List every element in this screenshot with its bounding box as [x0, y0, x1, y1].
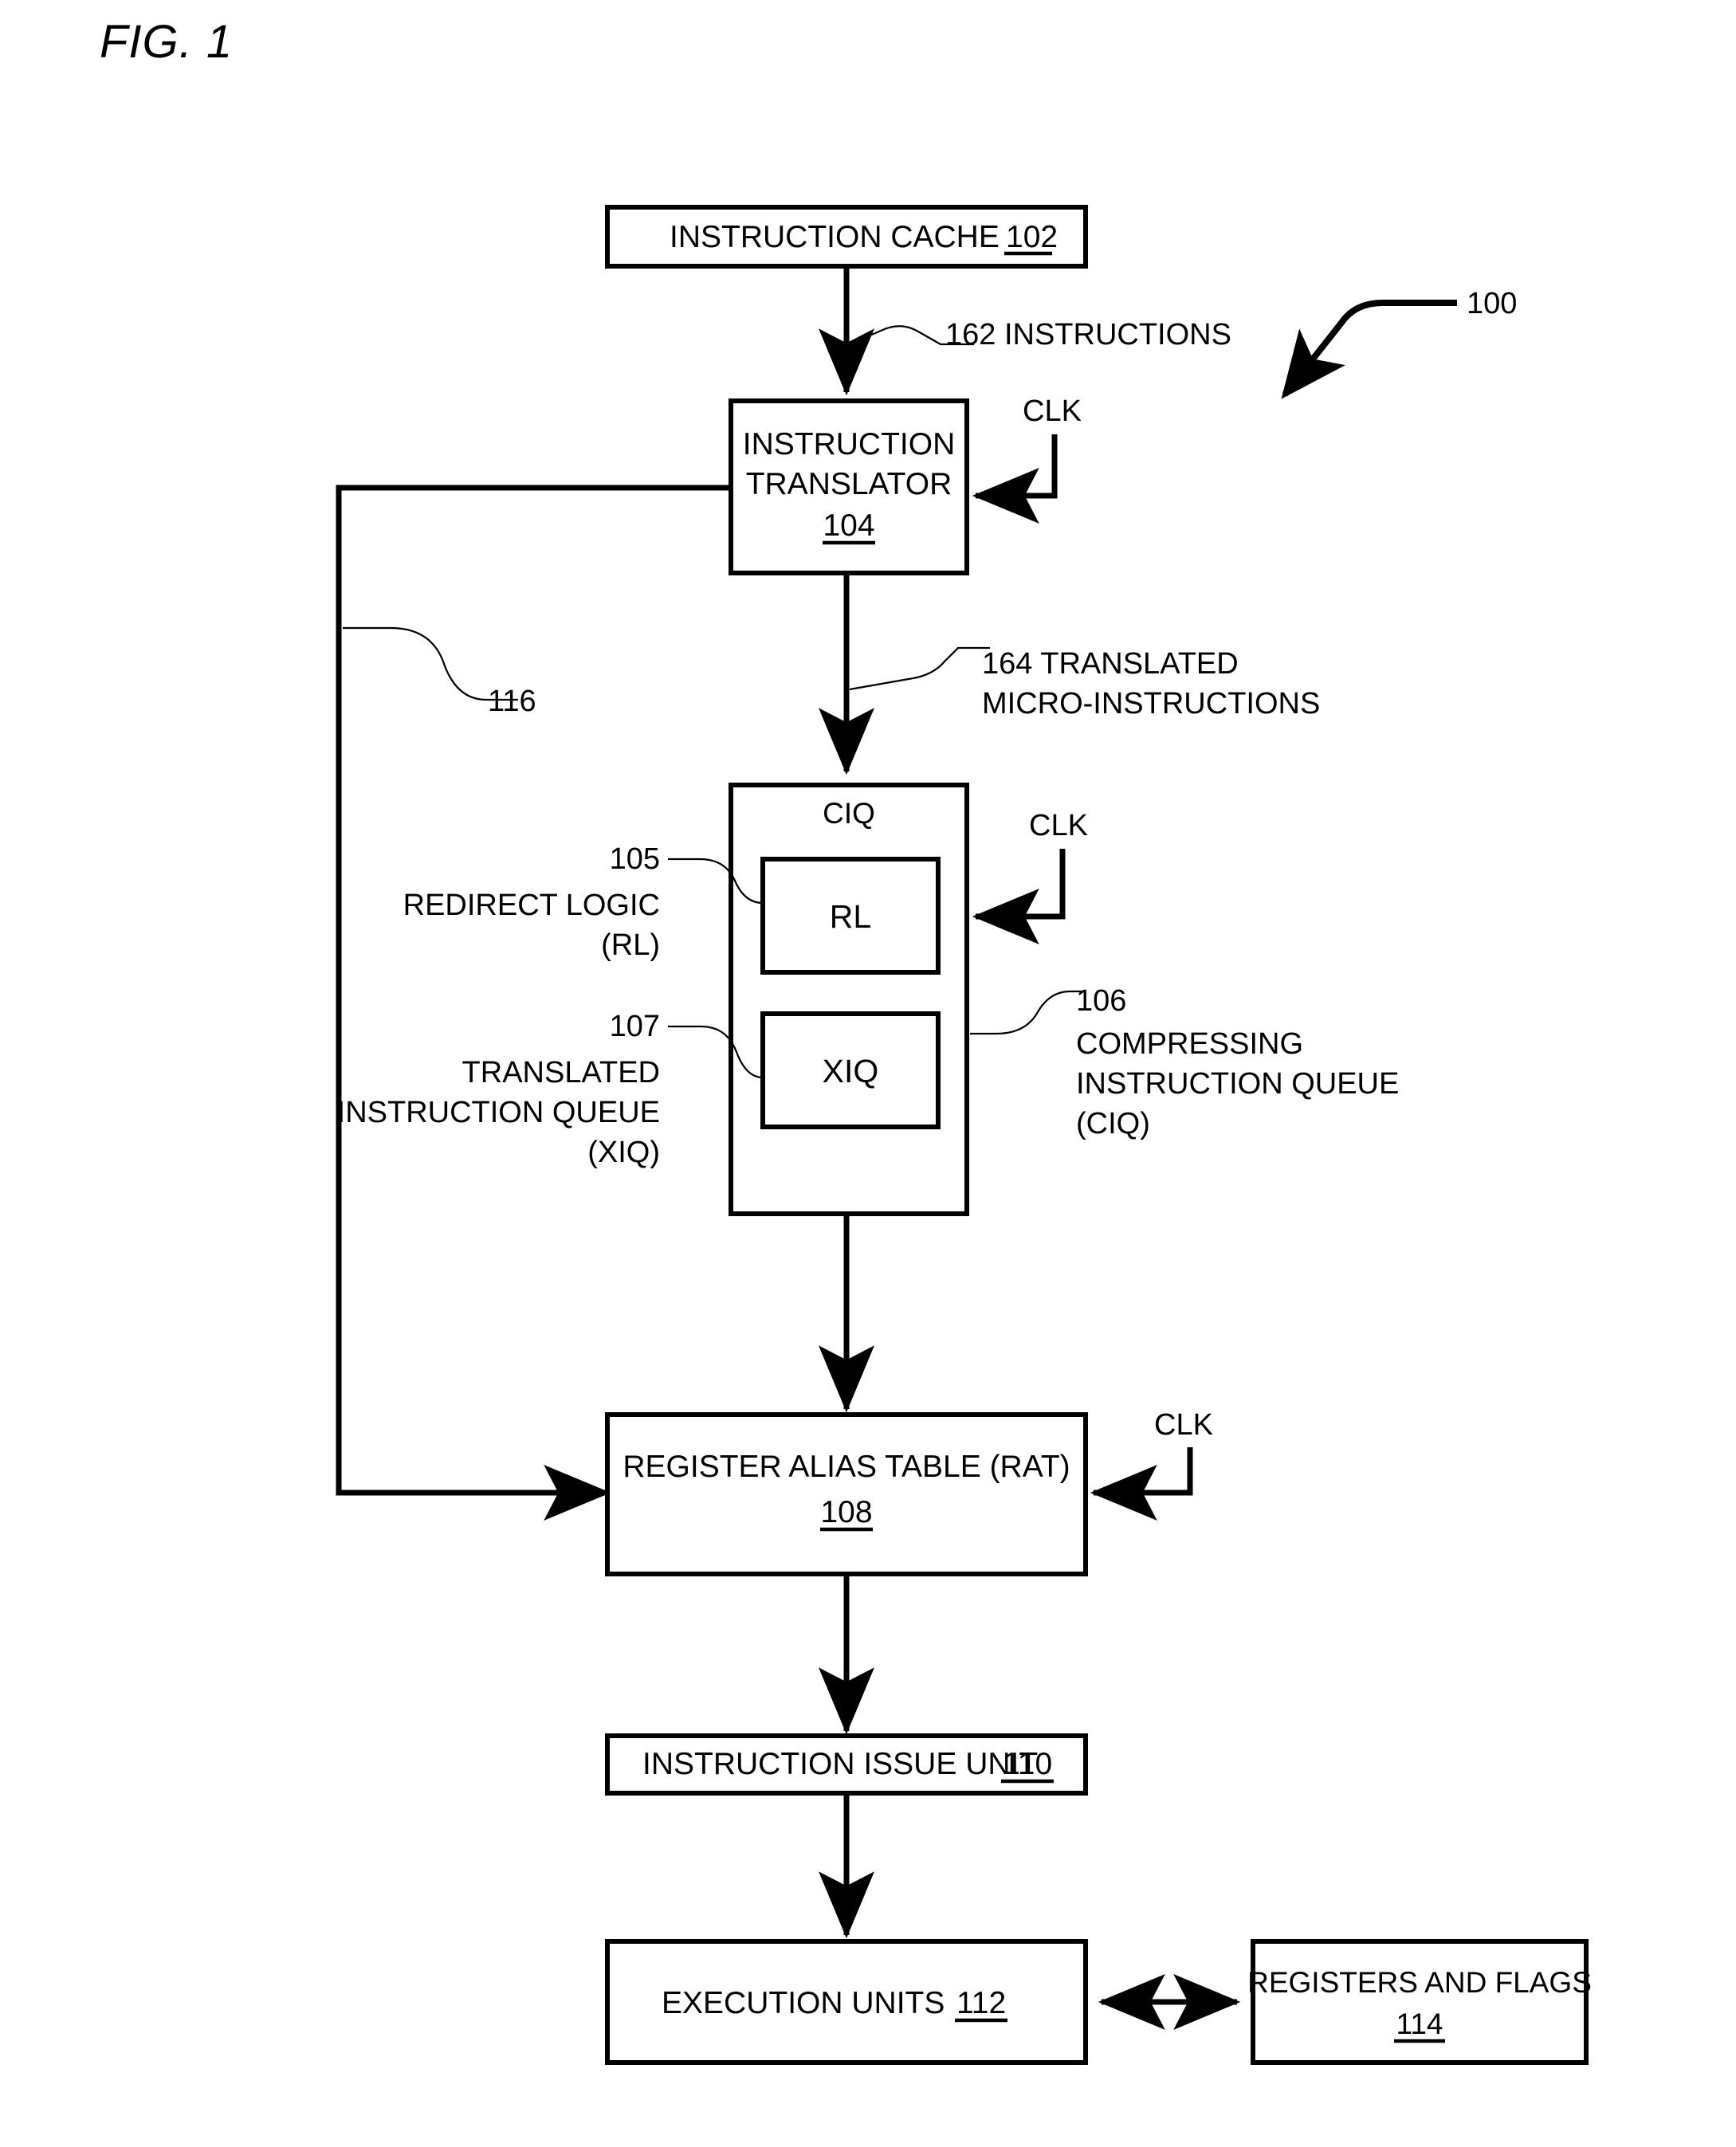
flow-feedback-116 — [336, 485, 731, 1521]
xiq-annotation-line1: TRANSLATED — [462, 1056, 660, 1089]
signal-164-label-line2: MICRO-INSTRUCTIONS — [982, 687, 1320, 720]
rat-label: REGISTER ALIAS TABLE (RAT) — [623, 1450, 1070, 1484]
ciq-annotation-line3: (CIQ) — [1076, 1107, 1150, 1140]
registers-and-flags-box[interactable] — [1251, 1939, 1589, 2065]
rl-ref-number: 105 — [610, 842, 660, 876]
instruction-issue-unit-ref: 110 — [1003, 1747, 1052, 1781]
clk-line-ciq — [972, 849, 1066, 944]
signal-164-label-line1: 164 TRANSLATED — [982, 647, 1239, 681]
diagram-canvas: FIG. 1 100 INSTRUCTION CACHE 102 162 INS… — [100, 16, 1592, 2065]
registers-and-flags-label: REGISTERS AND FLAGS — [1247, 1966, 1592, 1999]
ciq-ref-number: 106 — [1076, 984, 1126, 1018]
xiq-annotation-line2: INSTRUCTION QUEUE — [337, 1096, 660, 1129]
execution-units-label: EXECUTION UNITS — [662, 1986, 945, 2020]
xiq-ref-number: 107 — [610, 1010, 660, 1043]
ciq-box[interactable] — [729, 783, 969, 1216]
execution-units-ref: 112 — [956, 1986, 1006, 2020]
ciq-top-label: CIQ — [823, 797, 875, 830]
patent-figure: FIG. 1 100 INSTRUCTION CACHE 102 162 INS… — [0, 0, 1736, 2147]
registers-and-flags-ref: 114 — [1396, 2008, 1443, 2040]
figure-title: FIG. 1 — [100, 16, 233, 68]
instruction-cache-ref: 102 — [1006, 220, 1058, 254]
instruction-translator-label-line2: TRANSLATOR — [746, 467, 952, 501]
rat-ref: 108 — [820, 1495, 872, 1529]
leader-106 — [970, 990, 1082, 1035]
overall-ref-number: 100 — [1467, 287, 1517, 320]
instruction-translator-ref: 104 — [823, 508, 874, 543]
xiq-annotation-line3: (XIQ) — [587, 1136, 660, 1169]
xiq-label: XIQ — [823, 1053, 879, 1089]
rl-annotation-line2: (RL) — [601, 928, 660, 962]
overall-ref-arrow — [1281, 300, 1457, 399]
signal-162-label: 162 INSTRUCTIONS — [945, 318, 1231, 351]
ciq-annotation-line1: COMPRESSING — [1076, 1027, 1303, 1061]
instruction-cache-label: INSTRUCTION CACHE — [670, 220, 1000, 254]
clk-label-translator: CLK — [1023, 394, 1082, 428]
rl-annotation-line1: REDIRECT LOGIC — [403, 889, 660, 922]
clk-label-ciq: CLK — [1029, 809, 1088, 842]
rat-box[interactable] — [605, 1412, 1088, 1576]
clk-line-translator — [972, 434, 1058, 524]
instruction-issue-unit-label: INSTRUCTION ISSUE UNIT — [642, 1747, 1038, 1781]
clk-label-rat: CLK — [1154, 1408, 1213, 1442]
leader-164 — [849, 646, 990, 691]
clk-line-rat — [1090, 1447, 1193, 1521]
signal-116-label: 116 — [488, 685, 536, 718]
rl-label: RL — [830, 898, 871, 935]
ciq-annotation-line2: INSTRUCTION QUEUE — [1076, 1067, 1399, 1101]
instruction-translator-label-line1: INSTRUCTION — [743, 427, 956, 461]
